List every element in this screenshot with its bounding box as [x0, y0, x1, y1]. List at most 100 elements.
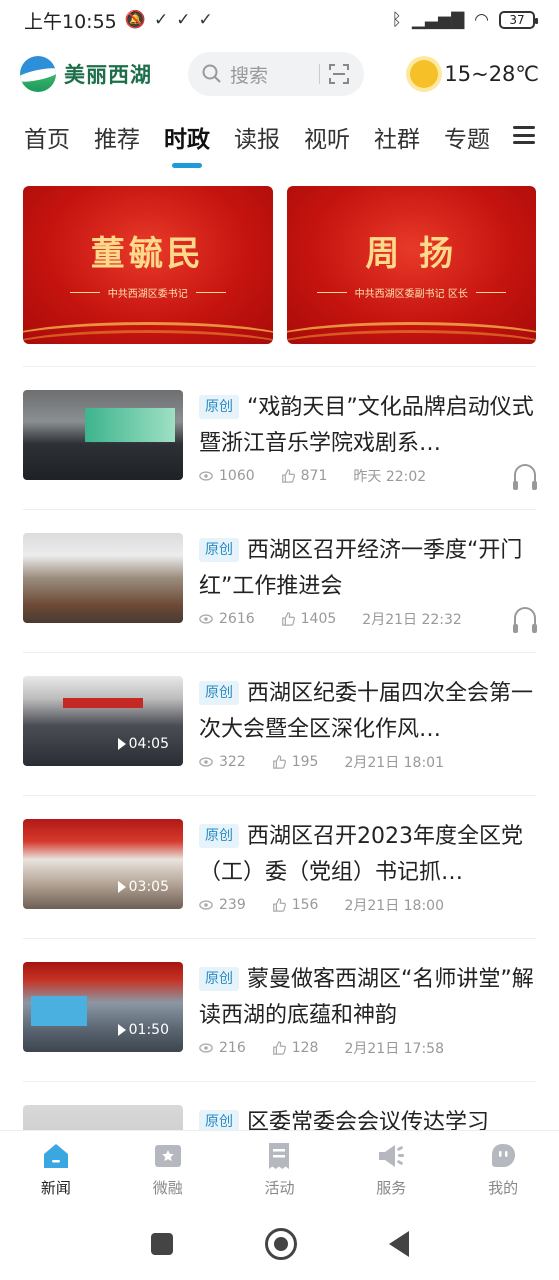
eye-icon: [199, 1043, 213, 1053]
news-thumbnail: [23, 390, 183, 480]
search-divider: [319, 64, 320, 84]
original-tag: 原创: [199, 681, 239, 705]
news-item[interactable]: 01:50 原创 蒙曼做客西湖区“名师讲堂”解读西湖的底蕴和神韵 216 128 …: [23, 962, 536, 1057]
status-bar: 上午10:55 🔕 ✓ ✓ ✓ ᛒ ▁▃▅▇ ◠ 37: [0, 0, 559, 40]
thumbs-up-icon: [281, 469, 295, 483]
news-meta: 2616 1405 2月21日 22:32: [199, 609, 462, 629]
original-tag: 原创: [199, 824, 239, 848]
news-thumbnail: [23, 1105, 183, 1130]
sun-icon: [410, 60, 439, 88]
app-logo: 美丽西湖: [20, 56, 152, 92]
eye-icon: [199, 471, 213, 481]
tab-topics[interactable]: 专题: [444, 120, 490, 154]
nav-weirong[interactable]: 微融: [112, 1131, 224, 1208]
check-icon: ✓: [153, 10, 169, 30]
video-duration: 03:05: [117, 879, 169, 895]
publish-time: 2月21日 22:32: [362, 612, 462, 628]
search-bar[interactable]: 搜索: [188, 52, 364, 96]
original-tag: 原创: [199, 395, 239, 419]
video-duration: 04:05: [117, 736, 169, 752]
check-icon: ✓: [176, 10, 191, 30]
home-button-icon[interactable]: [264, 1228, 297, 1260]
news-thumbnail: [23, 533, 183, 623]
scan-icon[interactable]: [328, 63, 350, 85]
bottom-nav: 新闻 微融 活动 服务 我的: [0, 1130, 559, 1208]
headphones-icon[interactable]: [513, 464, 537, 490]
leader-title: 中共西湖区委书记: [69, 285, 226, 300]
play-icon: [117, 881, 126, 893]
mute-bell-icon: 🔕: [124, 10, 146, 30]
leader-banner[interactable]: 董毓民 中共西湖区委书记: [23, 186, 273, 344]
divider: [23, 1081, 536, 1082]
nav-service[interactable]: 服务: [335, 1131, 447, 1208]
original-tag: 原创: [199, 538, 239, 562]
news-title: 原创 区委常委会会议传达学习: [199, 1105, 536, 1130]
thumbs-up-icon: [281, 612, 295, 626]
divider: [23, 652, 536, 653]
category-tabs: 首页 推荐 时政 读报 视听 社群 专题: [0, 112, 559, 162]
news-thumbnail: 03:05: [23, 819, 183, 909]
news-item[interactable]: 03:05 原创 西湖区召开2023年度全区党（工）委（党组）书记抓… 239 1…: [23, 819, 536, 914]
leader-banner[interactable]: 周 扬 中共西湖区委副书记 区长: [286, 186, 536, 344]
headphones-icon[interactable]: [513, 607, 537, 633]
news-thumbnail: 04:05: [23, 676, 183, 766]
leader-title: 中共西湖区委副书记 区长: [316, 285, 506, 300]
tab-newspaper[interactable]: 读报: [234, 120, 280, 154]
leader-banners: 董毓民 中共西湖区委书记 周 扬 中共西湖区委副书记 区长: [23, 186, 536, 344]
eye-icon: [199, 614, 213, 624]
original-tag: 原创: [199, 1110, 239, 1130]
news-item[interactable]: 原创 “戏韵天目”文化品牌启动仪式暨浙江音乐学院戏剧系… 1060 871 昨天 …: [23, 390, 537, 490]
weather-widget[interactable]: 15~28℃: [410, 60, 539, 88]
news-title: 原创 蒙曼做客西湖区“名师讲堂”解读西湖的底蕴和神韵: [199, 967, 534, 1028]
news-meta: 322 195 2月21日 18:01: [199, 752, 444, 772]
view-count: 322: [219, 754, 246, 770]
publish-time: 2月21日 17:58: [344, 1041, 444, 1057]
tab-home[interactable]: 首页: [24, 120, 70, 154]
temperature: 15~28℃: [444, 62, 539, 86]
news-meta: 239 156 2月21日 18:00: [199, 895, 444, 915]
like-count: 1405: [300, 611, 337, 627]
tab-politics[interactable]: 时政: [164, 120, 210, 154]
divider: [23, 938, 536, 939]
recent-apps-icon[interactable]: [150, 1233, 173, 1255]
app-name: 美丽西湖: [64, 63, 152, 87]
nav-label: 微融: [152, 1179, 183, 1197]
like-count: 156: [291, 897, 319, 913]
tab-community[interactable]: 社群: [374, 120, 420, 154]
play-icon: [117, 738, 126, 750]
profile-icon: [492, 1144, 516, 1167]
publish-time: 2月21日 18:01: [344, 755, 444, 771]
news-title: 原创 西湖区召开2023年度全区党（工）委（党组）书记抓…: [199, 824, 523, 885]
tab-recommend[interactable]: 推荐: [94, 120, 140, 154]
star-card-icon: [154, 1145, 181, 1167]
nav-label: 新闻: [40, 1179, 71, 1197]
thumbs-up-icon: [272, 898, 286, 912]
tab-audiovisual[interactable]: 视听: [304, 120, 350, 154]
megaphone-icon: [379, 1145, 405, 1167]
news-item[interactable]: 原创 西湖区召开经济一季度“开门红”工作推进会 2616 1405 2月21日 2…: [23, 533, 537, 633]
news-meta: 216 128 2月21日 17:58: [199, 1038, 444, 1058]
battery-icon: 37: [499, 11, 538, 29]
news-item[interactable]: 04:05 原创 西湖区纪委十届四次全会第一次大会暨全区深化作风… 322 195…: [23, 676, 536, 771]
nav-label: 活动: [264, 1179, 295, 1197]
app-header: 美丽西湖 搜索 15~28℃: [0, 44, 559, 104]
back-icon[interactable]: [388, 1231, 409, 1257]
view-count: 2616: [219, 611, 255, 627]
nav-mine[interactable]: 我的: [447, 1131, 559, 1208]
leader-name: 董毓民: [90, 234, 205, 274]
like-count: 871: [300, 468, 328, 484]
news-title: 原创 “戏韵天目”文化品牌启动仪式暨浙江音乐学院戏剧系…: [199, 395, 534, 456]
divider: [23, 795, 536, 796]
home-icon: [43, 1144, 68, 1168]
view-count: 1060: [219, 468, 255, 484]
publish-time: 昨天 22:02: [353, 469, 427, 485]
search-placeholder: 搜索: [230, 64, 269, 87]
news-item[interactable]: 原创 区委常委会会议传达学习: [23, 1105, 536, 1130]
thumbs-up-icon: [272, 755, 286, 769]
nav-activity[interactable]: 活动: [224, 1131, 336, 1208]
thumbs-up-icon: [272, 1041, 286, 1055]
divider: [23, 366, 536, 367]
nav-news[interactable]: 新闻: [0, 1131, 112, 1208]
check-icon: ✓: [198, 10, 213, 30]
menu-icon[interactable]: [513, 126, 535, 144]
